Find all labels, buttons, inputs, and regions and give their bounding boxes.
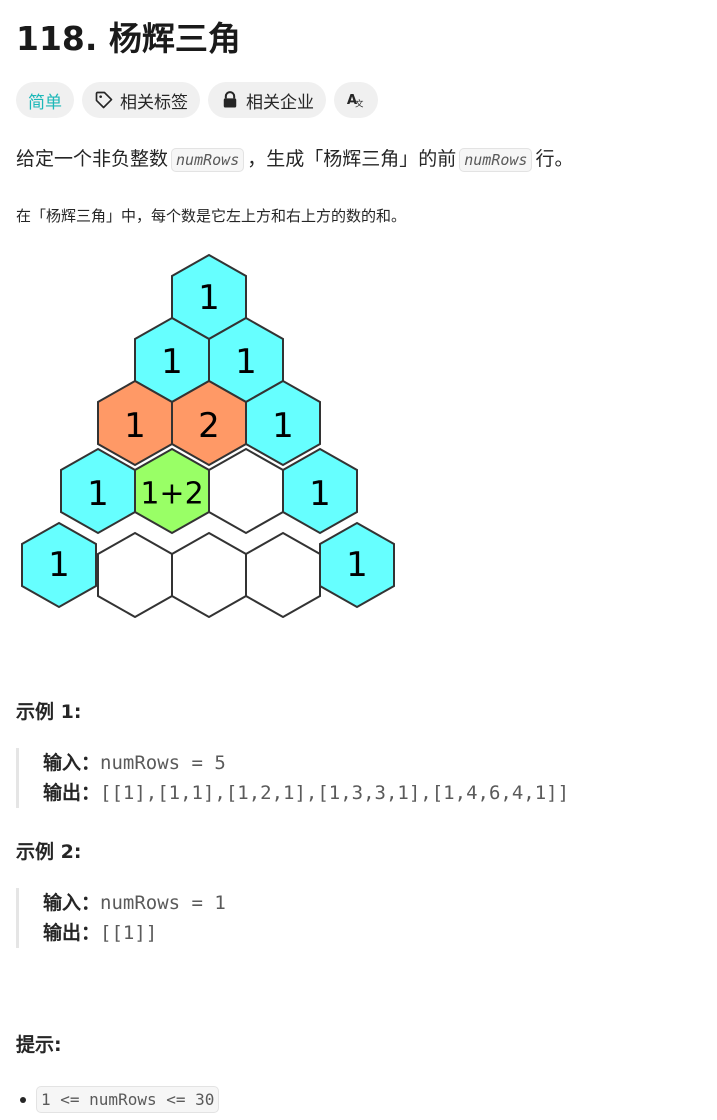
description-text: ，生成「杨辉三角」的前 bbox=[247, 148, 457, 170]
cell-label: 1 bbox=[48, 545, 70, 585]
translate-button[interactable]: A 文 bbox=[334, 82, 378, 118]
related-tags-button[interactable]: 相关标签 bbox=[82, 82, 200, 118]
cell-label: 1 bbox=[198, 278, 220, 318]
input-value: numRows = 5 bbox=[100, 752, 226, 774]
cell-label: 1 bbox=[272, 406, 294, 446]
cell-label: 1+2 bbox=[140, 477, 203, 512]
inline-code-numrows: numRows bbox=[459, 148, 533, 172]
pascal-triangle-illustration: 1 1 1 1 2 1 1 1+2 1 1 1 bbox=[21, 253, 395, 618]
hints-list: 1 <= numRows <= 30 bbox=[20, 1086, 220, 1113]
inline-code-numrows: numRows bbox=[171, 148, 245, 172]
example-2-title: 示例 2: bbox=[16, 841, 82, 863]
tag-icon bbox=[95, 91, 113, 109]
hints-title: 提示: bbox=[16, 1034, 62, 1056]
hex-cell bbox=[245, 531, 321, 618]
hex-cell bbox=[171, 531, 247, 618]
output-value: [[1],[1,1],[1,2,1],[1,3,3,1],[1,4,6,4,1]… bbox=[100, 782, 570, 804]
list-item: 1 <= numRows <= 30 bbox=[20, 1086, 220, 1113]
cell-label: 1 bbox=[124, 406, 146, 446]
related-companies-button[interactable]: 相关企业 bbox=[208, 82, 326, 118]
input-value: numRows = 1 bbox=[100, 892, 226, 914]
example-2-block: 输入：numRows = 1 输出：[[1]] bbox=[16, 888, 656, 948]
problem-title: 118. 杨辉三角 bbox=[16, 19, 241, 58]
problem-page: 118. 杨辉三角 简单 相关标签 相关企业 A 文 给定一个非负整数 numR… bbox=[0, 0, 717, 1120]
output-label: 输出： bbox=[43, 782, 101, 804]
cell-label: 2 bbox=[198, 406, 220, 446]
description-text: 行。 bbox=[535, 148, 574, 170]
constraint-code: 1 <= numRows <= 30 bbox=[36, 1086, 220, 1113]
input-label: 输入： bbox=[43, 892, 101, 914]
lock-icon bbox=[223, 91, 237, 108]
related-companies-label: 相关企业 bbox=[246, 92, 314, 113]
related-tags-label: 相关标签 bbox=[120, 92, 188, 113]
difficulty-label: 简单 bbox=[28, 92, 62, 113]
example-output-line: 输出：[[1],[1,1],[1,2,1],[1,3,3,1],[1,4,6,4… bbox=[43, 778, 656, 808]
description-line-1: 给定一个非负整数 numRows ，生成「杨辉三角」的前 numRows 行。 bbox=[16, 145, 573, 174]
cell-label: 1 bbox=[161, 342, 183, 382]
svg-text:文: 文 bbox=[355, 99, 364, 109]
example-1-block: 输入：numRows = 5 输出：[[1],[1,1],[1,2,1],[1,… bbox=[16, 748, 656, 808]
output-label: 输出： bbox=[43, 922, 101, 944]
cell-label: 1 bbox=[87, 474, 109, 514]
cell-label: 1 bbox=[346, 545, 368, 585]
output-value: [[1]] bbox=[100, 922, 158, 944]
example-input-line: 输入：numRows = 5 bbox=[43, 748, 656, 778]
hex-cell bbox=[208, 447, 284, 535]
cell-label: 1 bbox=[309, 474, 331, 514]
hex-cell bbox=[97, 531, 173, 618]
input-label: 输入： bbox=[43, 752, 101, 774]
description-text: 给定一个非负整数 bbox=[16, 148, 169, 170]
cell-label: 1 bbox=[235, 342, 257, 382]
example-output-line: 输出：[[1]] bbox=[43, 918, 656, 948]
tag-bar: 简单 相关标签 相关企业 A 文 bbox=[16, 82, 378, 118]
translate-icon: A 文 bbox=[347, 93, 364, 109]
example-input-line: 输入：numRows = 1 bbox=[43, 888, 656, 918]
difficulty-tag[interactable]: 简单 bbox=[16, 82, 74, 118]
bullet-icon bbox=[20, 1096, 26, 1103]
example-1-title: 示例 1: bbox=[16, 701, 82, 723]
description-line-2: 在「杨辉三角」中，每个数是它左上方和右上方的数的和。 bbox=[16, 207, 407, 225]
